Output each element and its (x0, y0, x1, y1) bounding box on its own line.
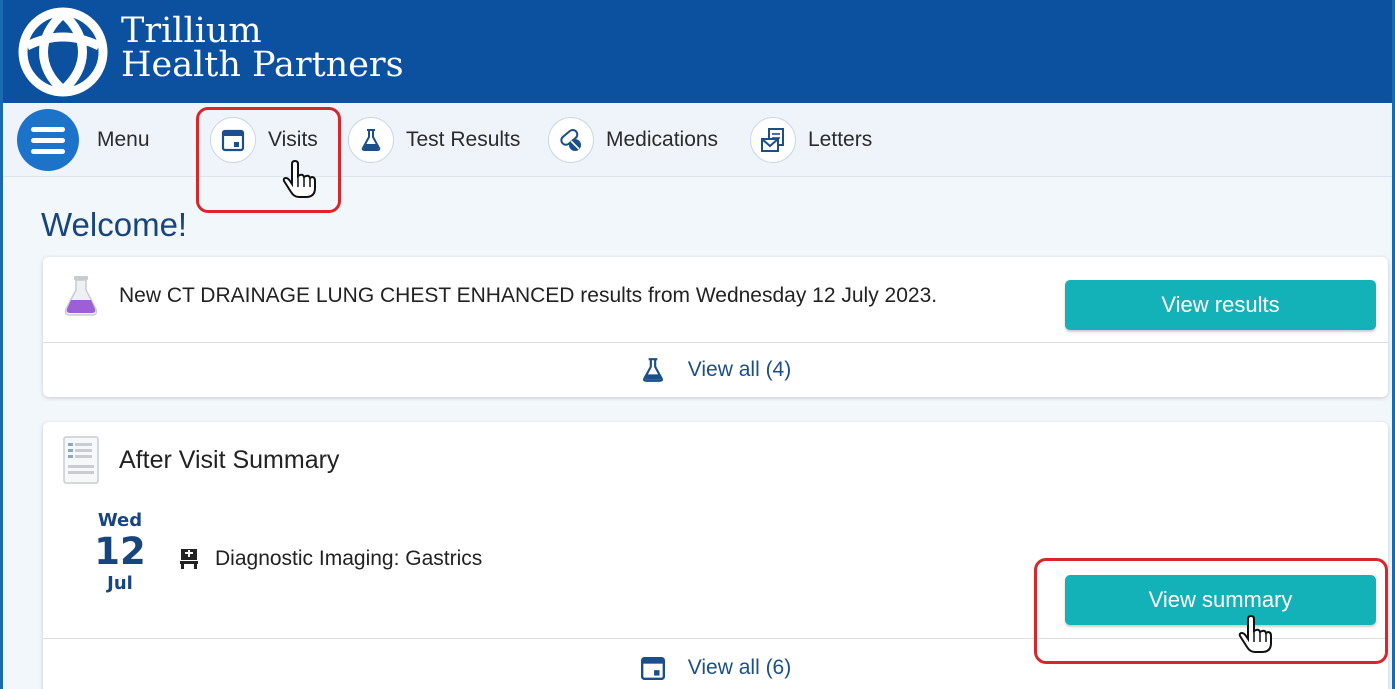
flask-icon (642, 358, 663, 382)
document-icon (63, 436, 99, 484)
nav-label-letters: Letters (808, 128, 873, 151)
card-title: After Visit Summary (119, 446, 340, 474)
view-all-visits-label: View all (6) (687, 656, 792, 679)
nav-label-menu: Menu (97, 128, 150, 151)
view-results-button[interactable]: View results (1065, 280, 1376, 330)
visit-date-dow: Wed (97, 510, 143, 531)
visit-name: Diagnostic Imaging: Gastrics (215, 547, 483, 570)
visit-date-month: Jul (107, 573, 133, 594)
hamburger-icon[interactable] (17, 109, 79, 171)
results-card: New CT DRAINAGE LUNG CHEST ENHANCED resu… (43, 257, 1388, 397)
nav-item-letters[interactable]: Letters (750, 103, 872, 177)
page-title: Welcome! (41, 206, 188, 243)
visit-item[interactable]: Diagnostic Imaging: Gastrics (179, 547, 482, 571)
nav-item-menu[interactable]: Menu (17, 103, 150, 177)
nav-label-test-results: Test Results (406, 128, 521, 151)
app-header: Trillium Health Partners (3, 0, 1392, 103)
view-all-results-label: View all (4) (687, 358, 792, 381)
view-summary-highlight (1034, 558, 1388, 664)
nav-item-medications[interactable]: Medications (548, 103, 718, 177)
nav-label-medications: Medications (606, 128, 719, 151)
result-message: New CT DRAINAGE LUNG CHEST ENHANCED resu… (119, 284, 938, 307)
visit-date-day: 12 (94, 530, 146, 573)
nav-item-test-results[interactable]: Test Results (348, 103, 520, 177)
visit-date: Wed 12 Jul (93, 510, 147, 594)
flask-icon (64, 276, 98, 316)
logo-wordmark[interactable]: Trillium Health Partners (121, 11, 404, 85)
view-all-results-link[interactable]: View all (4) (43, 343, 1388, 397)
hand-cursor-icon (282, 160, 316, 198)
hospital-bed-icon (180, 549, 198, 569)
logo-line-2: Health Partners (121, 45, 404, 85)
flask-icon (348, 117, 394, 163)
logo-line-1: Trillium (121, 11, 262, 51)
calendar-icon (640, 657, 665, 681)
letter-icon (750, 117, 796, 163)
trillium-logo-icon (18, 7, 108, 97)
pills-icon (548, 117, 594, 163)
hand-cursor-icon (1238, 615, 1272, 653)
